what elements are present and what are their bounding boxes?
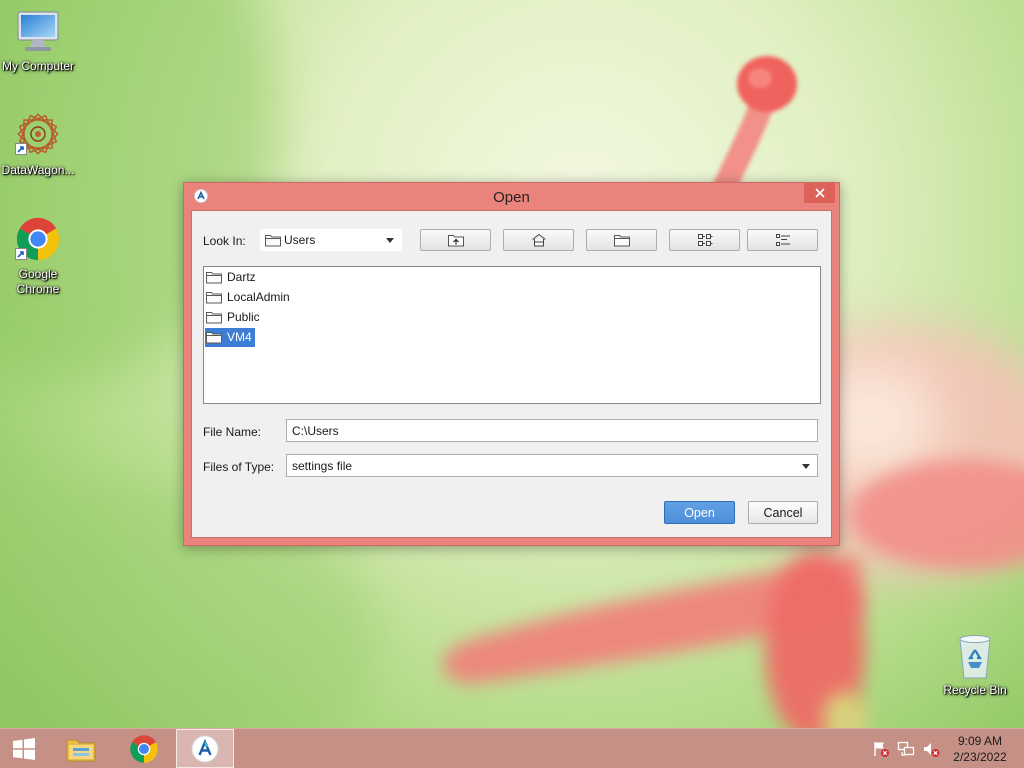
folder-icon [206, 292, 222, 304]
desktop-icon-google-chrome[interactable]: Google Chrome [0, 212, 76, 298]
recycle-bin-icon [959, 635, 991, 679]
list-row: LocalAdmin [204, 287, 820, 307]
list-row: Public [204, 307, 820, 327]
files-of-type-label: Files of Type: [203, 460, 275, 474]
folder-icon [265, 233, 281, 250]
java-app-icon [191, 735, 219, 762]
open-button[interactable]: Open [664, 501, 735, 524]
up-one-level-button[interactable] [420, 229, 491, 251]
new-folder-button[interactable] [586, 229, 657, 251]
taskbar-chrome[interactable] [124, 729, 164, 768]
list-row: VM4 [204, 327, 820, 347]
list-item[interactable]: Dartz [205, 268, 259, 287]
volume-muted-icon[interactable] [922, 740, 940, 758]
folder-icon [206, 272, 222, 284]
close-button[interactable] [804, 183, 835, 203]
shortcut-arrow-icon [15, 143, 27, 155]
look-in-label: Look In: [203, 234, 246, 248]
file-explorer-icon [66, 739, 96, 761]
taskbar: 9:09 AM 2/23/2022 [0, 728, 1024, 768]
desktop-icon-label: Google Chrome [16, 267, 60, 296]
desktop-icon-label: My Computer [1, 59, 75, 73]
files-of-type-combo[interactable]: settings file [286, 454, 818, 477]
taskbar-file-explorer[interactable] [61, 729, 101, 768]
clock-date: 2/23/2022 [953, 750, 1007, 764]
cancel-button[interactable]: Cancel [748, 501, 818, 524]
windows-start-icon [13, 737, 35, 760]
desktop-icon-label: DataWagon... [1, 163, 75, 177]
shortcut-arrow-icon [15, 248, 27, 260]
clock-time: 9:09 AM [957, 734, 1003, 748]
details-view-button[interactable] [747, 229, 818, 251]
files-of-type-value: settings file [292, 459, 353, 473]
dialog-content: Look In: Users Dartz LocalAdmin Public V… [191, 210, 832, 538]
file-list[interactable]: Dartz LocalAdmin Public VM4 [203, 266, 821, 404]
up-one-level-icon [447, 235, 464, 247]
file-name: Public [227, 310, 260, 324]
desktop-icon-my-computer[interactable]: My Computer [0, 6, 76, 74]
file-name-label: File Name: [203, 425, 262, 439]
details-view-icon [775, 234, 790, 246]
taskbar-active-app[interactable] [176, 729, 234, 768]
list-row: Dartz [204, 267, 820, 287]
file-name: LocalAdmin [227, 290, 290, 304]
chrome-icon [130, 734, 158, 763]
computer-icon [17, 11, 59, 51]
start-button[interactable] [0, 729, 48, 768]
dialog-title-bar[interactable]: Open [184, 183, 839, 210]
close-icon [814, 188, 825, 198]
list-view-icon [697, 234, 712, 246]
folder-icon [206, 332, 222, 344]
home-button[interactable] [503, 229, 574, 251]
desktop: My Computer DataWagon... Google Chrome R… [0, 0, 1024, 768]
folder-icon [206, 312, 222, 324]
list-view-button[interactable] [669, 229, 740, 251]
taskbar-clock[interactable]: 9:09 AM 2/23/2022 [944, 733, 1016, 765]
list-item[interactable]: VM4 [205, 327, 255, 347]
new-folder-icon [613, 235, 630, 247]
desktop-icon-recycle-bin[interactable]: Recycle Bin [937, 626, 1013, 698]
file-name: VM4 [227, 330, 252, 344]
network-icon[interactable] [897, 740, 915, 758]
file-name: Dartz [227, 270, 256, 284]
desktop-icon-label: Recycle Bin [943, 683, 1007, 697]
look-in-value: Users [284, 233, 316, 247]
file-name-field[interactable] [286, 419, 818, 442]
action-center-flag-icon[interactable] [872, 740, 890, 758]
open-file-dialog: Open Look In: Users Dartz LocalAdmin Pub… [183, 182, 840, 546]
home-icon [531, 233, 546, 247]
list-item[interactable]: Public [205, 308, 263, 327]
chevron-down-icon [386, 238, 394, 243]
look-in-combo[interactable]: Users [260, 229, 402, 251]
dialog-title: Open [493, 189, 530, 206]
desktop-icon-datawagon[interactable]: DataWagon... [0, 106, 76, 180]
chevron-down-icon [802, 464, 810, 469]
list-item[interactable]: LocalAdmin [205, 288, 293, 307]
